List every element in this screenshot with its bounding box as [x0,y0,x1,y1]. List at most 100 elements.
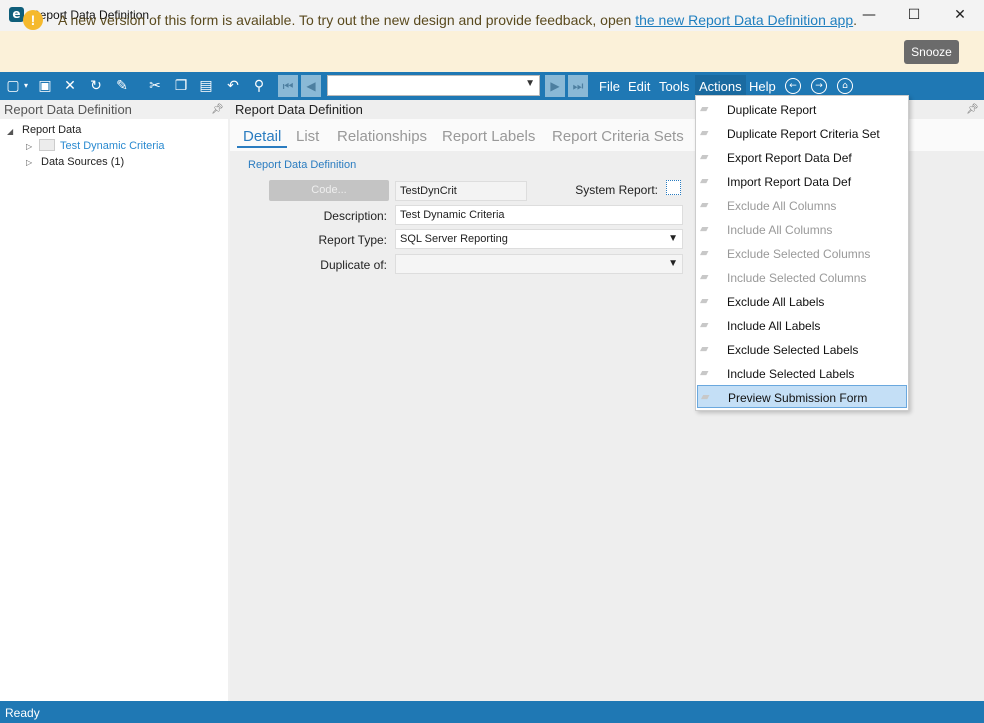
tab-list[interactable]: List [296,128,319,145]
banner-message: A new version of this form is available.… [58,12,857,28]
report-type-label: Report Type: [318,233,387,247]
menu-item-export-report-data-def[interactable]: ▰ Export Report Data Def [697,146,907,169]
menu-item-icon: ▰ [700,246,709,259]
first-record-icon[interactable]: ⏮ [278,75,298,97]
tab-report-criteria-sets[interactable]: Report Criteria Sets [552,128,684,145]
menu-item-include-all-labels[interactable]: ▰ Include All Labels [697,314,907,337]
tab-report-labels[interactable]: Report Labels [442,128,535,145]
maximize-button[interactable]: ☐ [891,0,937,31]
menu-edit[interactable]: Edit [628,79,650,94]
menu-item-icon: ▰ [700,366,709,379]
menu-item-label: Include Selected Labels [727,367,855,381]
menu-item-icon: ▰ [700,150,709,163]
menu-item-label: Include All Labels [727,319,821,333]
menu-item-label: Exclude All Labels [727,295,825,309]
tree-item-data-sources[interactable]: Data Sources (1) [41,156,124,168]
menu-item-exclude-selected-columns: ▰ Exclude Selected Columns [697,242,907,265]
menu-item-label: Exclude All Columns [727,199,837,213]
new-dropdown-icon[interactable]: ▾ [21,77,31,95]
menu-item-icon: ▰ [700,126,709,139]
menu-item-label: Include Selected Columns [727,271,867,285]
menu-item-include-all-columns: ▰ Include All Columns [697,218,907,241]
app-logo-icon: e [9,7,24,22]
menu-item-icon: ▰ [700,318,709,331]
code-button[interactable]: Code... [269,180,389,201]
system-report-checkbox[interactable] [666,180,681,195]
chevron-down-icon: ▼ [668,258,678,269]
menu-item-icon: ▰ [701,390,710,403]
pin-icon[interactable]: 📌︎ [211,104,224,115]
tab-relationships[interactable]: Relationships [337,128,427,145]
description-field[interactable]: Test Dynamic Criteria [395,205,683,225]
main-header: Report Data Definition [235,102,363,117]
menu-tools[interactable]: Tools [659,79,689,94]
warning-icon: ! [23,10,43,30]
delete-icon[interactable]: ✕ [61,77,79,95]
menu-item-label: Exclude Selected Labels [727,343,859,357]
banner-text: A new version of this form is available.… [58,12,636,28]
clear-icon[interactable]: ✎ [113,77,131,95]
snooze-button[interactable]: Snooze [904,40,959,64]
menu-item-preview-submission-form[interactable]: ▰ Preview Submission Form [697,385,907,408]
new-icon[interactable]: ▢ [4,77,22,95]
section-label: Report Data Definition [248,159,357,171]
prev-record-icon[interactable]: ◀ [301,75,321,97]
save-icon[interactable]: ▣ [36,77,54,95]
navigation-panel-title: Report Data Definition [4,102,132,117]
duplicate-of-label: Duplicate of: [320,258,387,272]
menu-item-exclude-all-labels[interactable]: ▰ Exclude All Labels [697,290,907,313]
navigation-panel [0,100,228,701]
menu-item-import-report-data-def[interactable]: ▰ Import Report Data Def [697,170,907,193]
expanded-arrow-icon[interactable]: ◢ [7,127,13,136]
refresh-icon[interactable]: ↻ [87,77,105,95]
pin-icon[interactable]: 📌︎ [966,104,979,115]
menu-help[interactable]: Help [749,79,776,94]
duplicate-of-select[interactable]: ▼ [395,254,683,274]
menu-file[interactable]: File [599,79,620,94]
description-label: Description: [323,209,387,223]
folder-icon [39,139,55,151]
menu-item-exclude-selected-labels[interactable]: ▰ Exclude Selected Labels [697,338,907,361]
menu-item-label: Import Report Data Def [727,175,852,189]
report-type-select[interactable]: SQL Server Reporting ▼ [395,229,683,249]
menu-item-icon: ▰ [700,174,709,187]
paste-icon[interactable]: ▤ [197,77,215,95]
status-bar [0,701,984,723]
home-icon[interactable]: ⌂ [837,78,853,94]
chevron-down-icon: ▼ [525,78,535,89]
cut-icon[interactable]: ✂ [146,77,164,95]
tree-root[interactable]: Report Data [22,124,81,136]
menu-item-icon: ▰ [700,342,709,355]
banner-suffix: . [853,12,858,28]
find-icon[interactable]: ⚲ [250,77,268,95]
close-button[interactable]: ✕ [937,0,983,31]
menu-item-duplicate-report[interactable]: ▰ Duplicate Report [697,98,907,121]
tree-item-test-dynamic-criteria[interactable]: Test Dynamic Criteria [60,140,165,152]
new-app-link[interactable]: the new Report Data Definition app [635,12,853,28]
back-icon[interactable]: ← [785,78,801,94]
actions-menu: ▰ Duplicate Report ▰ Duplicate Report Crit… [695,95,909,411]
last-record-icon[interactable]: ⏭ [568,75,588,97]
collapsed-arrow-icon[interactable]: ▷ [26,142,32,151]
menu-item-include-selected-columns: ▰ Include Selected Columns [697,266,907,289]
next-record-icon[interactable]: ▶ [545,75,565,97]
menu-item-icon: ▰ [700,198,709,211]
forward-icon[interactable]: → [811,78,827,94]
menu-item-include-selected-labels[interactable]: ▰ Include Selected Labels [697,362,907,385]
menu-item-label: Duplicate Report Criteria Set [727,127,880,141]
code-field[interactable]: TestDynCrit [395,181,527,201]
menu-item-icon: ▰ [700,102,709,115]
tab-detail[interactable]: Detail [243,128,281,145]
undo-icon[interactable]: ↶ [224,77,242,95]
menu-item-duplicate-report-criteria-set[interactable]: ▰ Duplicate Report Criteria Set [697,122,907,145]
status-text: Ready [5,706,40,720]
system-report-label: System Report: [575,183,658,197]
menu-item-label: Exclude Selected Columns [727,247,871,261]
report-type-value: SQL Server Reporting [400,233,508,245]
menu-item-icon: ▰ [700,270,709,283]
collapsed-arrow-icon[interactable]: ▷ [26,158,32,167]
copy-icon[interactable]: ❐ [172,77,190,95]
record-selector[interactable]: ▼ [327,75,540,96]
active-tab-indicator [237,146,287,148]
update-banner [0,31,984,72]
